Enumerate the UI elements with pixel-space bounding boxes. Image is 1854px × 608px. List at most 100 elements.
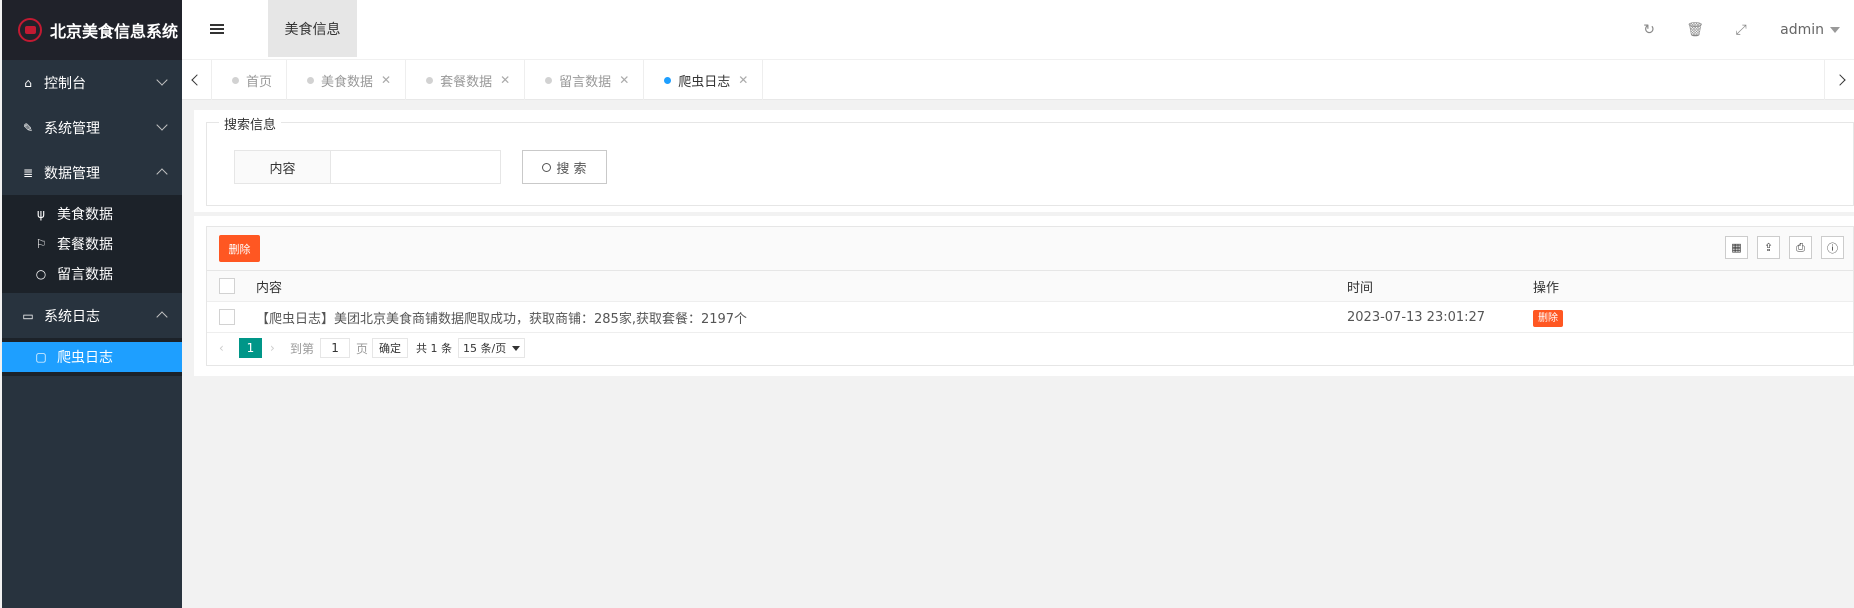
header: 美食信息 ↻ 🗑 ⤢ admin	[182, 0, 1854, 60]
clear-cache-button[interactable]: 🗑	[1672, 22, 1718, 38]
sidebar-item-system[interactable]: ✎ 系统管理	[2, 105, 182, 150]
page-size-select[interactable]: 15 条/页	[458, 338, 526, 358]
tab-label: 爬虫日志	[678, 74, 731, 90]
close-icon[interactable]: ✕	[500, 73, 510, 87]
row-delete-button[interactable]: 删除	[1533, 310, 1563, 327]
sidebar-item-food-data[interactable]: ψ 美食数据	[2, 199, 182, 229]
fullscreen-button[interactable]: ⤢	[1718, 22, 1764, 38]
laptop-icon: ▭	[22, 308, 34, 323]
close-icon[interactable]: ✕	[619, 73, 629, 87]
table-panel: 删除 ▦ ⇪ ⎙ ⓘ 内容 时间 操作 【爬虫日志】美团北京美食商铺数据爬取成功…	[194, 216, 1854, 376]
select-all-checkbox[interactable]	[219, 278, 235, 294]
page-unit-label: 页	[356, 341, 369, 356]
column-header-operation: 操作	[1533, 280, 1560, 296]
data-table: 删除 ▦ ⇪ ⎙ ⓘ 内容 时间 操作 【爬虫日志】美团北京美食商铺数据爬取成功…	[206, 226, 1854, 366]
columns-filter-button[interactable]: ▦	[1725, 236, 1748, 259]
search-icon	[542, 162, 552, 172]
sidebar-item-label: 爬虫日志	[57, 350, 113, 366]
chevron-down-icon	[156, 74, 168, 86]
tab-home[interactable]: 首页	[212, 60, 288, 100]
sidebar-item-label: 数据管理	[44, 165, 100, 182]
sidebar-item-label: 套餐数据	[57, 237, 113, 253]
table-header-row: 内容 时间 操作	[207, 271, 1853, 302]
column-header-content[interactable]: 内容	[256, 277, 282, 296]
export-icon: ⇪	[1763, 241, 1774, 254]
column-header-time[interactable]: 时间	[1347, 277, 1373, 296]
export-button[interactable]: ⇪	[1757, 236, 1780, 259]
wrench-icon: ✎	[22, 120, 34, 135]
menu-toggle-button[interactable]	[192, 0, 242, 57]
sidebar-item-data[interactable]: ≣ 数据管理	[2, 150, 182, 195]
cutlery-icon: ψ	[37, 207, 45, 221]
home-icon: ⌂	[24, 75, 32, 90]
tab-package-data[interactable]: 套餐数据 ✕	[406, 60, 526, 100]
header-tab-food-info[interactable]: 美食信息	[268, 0, 357, 57]
tab-dot	[232, 76, 239, 84]
caret-down-icon	[512, 345, 521, 351]
main-content: 搜索信息 内容 搜 索 删除 ▦ ⇪ ⎙ ⓘ 内容 时间 操作 【爬虫日志】美团…	[194, 110, 1854, 608]
print-button[interactable]: ⎙	[1789, 236, 1812, 259]
folder-icon: ▢	[35, 350, 47, 364]
tab-message-data[interactable]: 留言数据 ✕	[525, 60, 645, 100]
tabs-prev-button[interactable]	[182, 60, 212, 100]
tab-dot	[545, 76, 553, 84]
chevron-left-icon	[190, 74, 203, 86]
username: admin	[1780, 22, 1824, 38]
refresh-button[interactable]: ↻	[1626, 22, 1672, 38]
row-checkbox[interactable]	[219, 309, 235, 325]
total-count: 共 1 条	[416, 342, 453, 355]
chevron-up-icon	[156, 168, 168, 180]
sidebar-item-label: 系统管理	[44, 120, 100, 137]
print-icon: ⎙	[1796, 240, 1805, 254]
info-icon: ⓘ	[1827, 241, 1838, 255]
content-field-label: 内容	[234, 150, 331, 184]
goto-page-input[interactable]: 1	[320, 338, 351, 358]
sidebar-item-label: 留言数据	[57, 267, 113, 283]
close-icon[interactable]: ✕	[381, 73, 391, 87]
content-search-input[interactable]	[331, 150, 501, 184]
tab-label: 套餐数据	[440, 74, 493, 90]
close-icon[interactable]: ✕	[738, 73, 748, 87]
sidebar-item-spider-log[interactable]: ▢ 爬虫日志	[2, 342, 182, 372]
submenu-data: ψ 美食数据 ⚐ 套餐数据 ○ 留言数据	[2, 195, 182, 293]
search-button-label: 搜 索	[556, 161, 587, 177]
next-page-button[interactable]: ›	[270, 341, 286, 355]
flag-icon: ⚐	[35, 237, 47, 251]
tab-food-data[interactable]: 美食数据 ✕	[287, 60, 407, 100]
chevron-down-icon	[156, 119, 168, 131]
pagination: ‹ 1 › 到第 1 页 确定 共 1 条 15 条/页	[207, 333, 1853, 363]
sidebar-item-console[interactable]: ⌂ 控制台	[2, 60, 182, 105]
search-form: 内容 搜 索	[234, 150, 607, 184]
tabs-next-button[interactable]	[1824, 60, 1854, 100]
tab-label: 留言数据	[559, 74, 612, 90]
app-title: 北京美食信息系统	[50, 22, 179, 41]
tab-dot	[426, 76, 434, 84]
chevron-up-icon	[156, 311, 168, 323]
sidebar-item-label: 控制台	[44, 75, 86, 92]
search-button[interactable]: 搜 索	[522, 150, 607, 184]
chevron-right-icon	[1833, 74, 1846, 86]
page-size-value: 15 条/页	[463, 342, 507, 355]
batch-delete-button[interactable]: 删除	[219, 235, 260, 262]
prev-page-button[interactable]: ‹	[219, 341, 235, 355]
search-panel: 搜索信息 内容 搜 索	[194, 110, 1854, 212]
goto-label: 到第	[290, 341, 315, 356]
tab-spider-log[interactable]: 爬虫日志 ✕	[644, 60, 764, 100]
user-menu[interactable]: admin	[1764, 22, 1854, 38]
table-row: 【爬虫日志】美团北京美食商铺数据爬取成功，获取商铺：285家,获取套餐：2197…	[207, 302, 1853, 333]
menu-icon	[210, 27, 224, 30]
page-current[interactable]: 1	[239, 338, 262, 358]
sidebar-item-message-data[interactable]: ○ 留言数据	[2, 259, 182, 289]
sidebar-item-label: 系统日志	[44, 308, 100, 325]
tab-label: 首页	[246, 74, 273, 90]
info-button[interactable]: ⓘ	[1821, 236, 1844, 259]
sidebar-item-system-log[interactable]: ▭ 系统日志	[2, 293, 182, 338]
app-logo[interactable]: 北京美食信息系统	[2, 0, 182, 60]
caret-down-icon	[1830, 27, 1840, 33]
cell-time: 2023-07-13 23:01:27	[1347, 309, 1486, 325]
goto-confirm-button[interactable]: 确定	[372, 338, 409, 358]
sidebar-item-package-data[interactable]: ⚐ 套餐数据	[2, 229, 182, 259]
cell-content: 【爬虫日志】美团北京美食商铺数据爬取成功，获取商铺：285家,获取套餐：2197…	[256, 311, 748, 327]
columns-icon: ▦	[1731, 241, 1742, 254]
search-legend: 搜索信息	[219, 114, 282, 133]
